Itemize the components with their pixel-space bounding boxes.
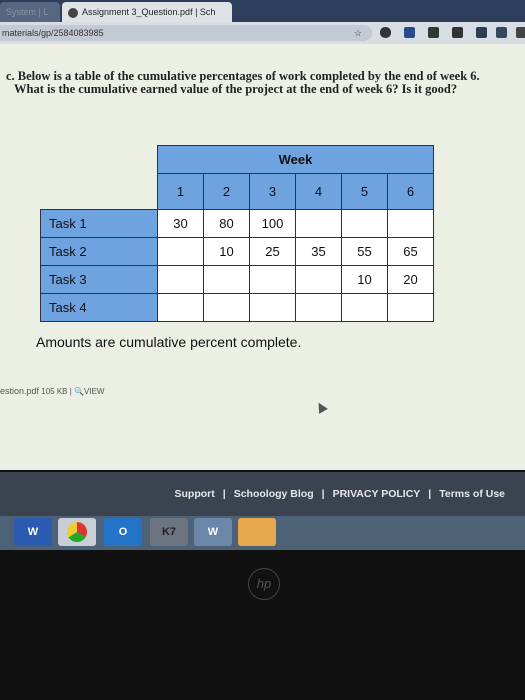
extension-icon[interactable] xyxy=(404,27,415,38)
file-attachment: estion.pdf 105 KB | 🔍VIEW xyxy=(0,386,105,396)
url-text: materials/gp/2584083985 xyxy=(2,28,104,38)
value-cell: 100 xyxy=(249,209,296,238)
extension-icon[interactable] xyxy=(428,27,439,38)
chrome-app-icon[interactable] xyxy=(58,518,96,546)
week-number: 1 xyxy=(157,173,204,210)
view-link[interactable]: VIEW xyxy=(84,387,104,396)
value-cell: 10 xyxy=(341,265,388,294)
empty-cell xyxy=(41,174,158,210)
terms-link[interactable]: Terms of Use xyxy=(439,488,505,500)
address-bar-row: materials/gp/2584083985 ☆ xyxy=(0,22,525,44)
extension-icon[interactable] xyxy=(516,27,525,38)
task-label: Task 4 xyxy=(40,293,158,322)
week-number: 4 xyxy=(295,173,342,210)
extension-icon[interactable] xyxy=(496,27,507,38)
k7-app-icon[interactable]: K7 xyxy=(150,518,188,546)
bookmark-star-icon[interactable]: ☆ xyxy=(354,25,362,41)
tab-system[interactable]: System | L xyxy=(0,2,60,22)
task-label: Task 2 xyxy=(40,237,158,266)
value-cell xyxy=(249,293,296,322)
value-cell: 80 xyxy=(203,209,250,238)
taskbar: W O K7 W xyxy=(0,516,525,550)
value-cell: 30 xyxy=(157,209,204,238)
question-line: What is the cumulative earned value of t… xyxy=(14,82,458,96)
file-size: 105 KB xyxy=(41,387,68,396)
url-input[interactable]: materials/gp/2584083985 ☆ xyxy=(0,25,372,41)
value-cell xyxy=(295,265,342,294)
value-cell xyxy=(387,209,434,238)
value-cell: 20 xyxy=(387,265,434,294)
task-label: Task 3 xyxy=(40,265,158,294)
week-number: 6 xyxy=(387,173,434,210)
value-cell xyxy=(203,293,250,322)
schoology-icon xyxy=(68,7,78,18)
footer: Support | Schoology Blog | PRIVACY POLICY | Te… xyxy=(0,472,525,516)
value-cell: 25 xyxy=(249,237,296,266)
value-cell xyxy=(203,265,250,294)
file-link[interactable]: estion.pdf xyxy=(0,386,39,396)
week-number: 2 xyxy=(203,173,250,210)
outlook-app-icon[interactable]: O xyxy=(104,518,142,546)
value-cell xyxy=(387,293,434,322)
week-header: Week xyxy=(157,145,434,174)
tab-label: System | L xyxy=(6,7,49,17)
week-number: 5 xyxy=(341,173,388,210)
separator: | xyxy=(222,488,226,500)
question-text: c. Below is a table of the cumulative pe… xyxy=(6,70,521,96)
value-cell xyxy=(295,293,342,322)
value-cell xyxy=(341,209,388,238)
separator: | xyxy=(321,488,325,500)
week-number: 3 xyxy=(249,173,296,210)
table-row: Task 4 xyxy=(40,293,434,322)
tab-assignment[interactable]: Assignment 3_Question.pdf | Sch × xyxy=(62,2,232,37)
task-label: Task 1 xyxy=(40,209,158,238)
value-cell: 65 xyxy=(387,237,434,266)
value-cell xyxy=(157,265,204,294)
value-cell xyxy=(341,293,388,322)
value-cell: 55 xyxy=(341,237,388,266)
value-cell xyxy=(249,265,296,294)
value-cell: 10 xyxy=(203,237,250,266)
table-row: Task 2 10 25 35 55 65 xyxy=(40,237,434,266)
value-cell xyxy=(157,293,204,322)
extension-icon[interactable] xyxy=(452,27,463,38)
cumulative-table: Week 123456 Task 1 30 80 100 Task 2 10 25 35 55 6… xyxy=(40,145,434,322)
value-cell xyxy=(295,209,342,238)
search-extension-icon[interactable] xyxy=(476,27,487,38)
word-doc-app-icon[interactable]: W xyxy=(194,518,232,546)
value-cell xyxy=(157,237,204,266)
value-cell: 35 xyxy=(295,237,342,266)
shield-extension-icon[interactable] xyxy=(380,27,391,38)
blog-link[interactable]: Schoology Blog xyxy=(234,488,314,500)
table-row: Task 3 10 20 xyxy=(40,265,434,294)
table-note: Amounts are cumulative percent complete. xyxy=(36,334,302,350)
privacy-link[interactable]: PRIVACY POLICY xyxy=(333,488,421,500)
hp-logo: hp xyxy=(248,568,280,600)
separator: | xyxy=(428,488,432,500)
table-row: Task 1 30 80 100 xyxy=(40,209,434,238)
paint-app-icon[interactable] xyxy=(238,518,276,546)
support-link[interactable]: Support xyxy=(175,488,215,500)
magnifier-icon: 🔍 xyxy=(74,387,85,396)
word-app-icon[interactable]: W xyxy=(14,518,52,546)
tab-label: Assignment 3_Question.pdf | Sch xyxy=(82,7,216,17)
empty-cell xyxy=(41,146,158,174)
browser-tab-bar: System | L Assignment 3_Question.pdf | S… xyxy=(0,0,525,37)
